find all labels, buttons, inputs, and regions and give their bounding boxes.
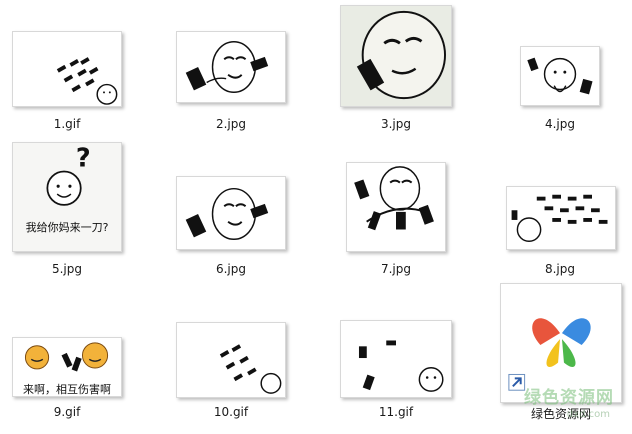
file-thumbnail[interactable] [506, 186, 616, 250]
file-name[interactable]: 4.jpg [510, 117, 610, 131]
svg-text:?: ? [76, 144, 91, 174]
file-name[interactable]: 1.gif [17, 117, 117, 131]
file-thumbnail[interactable]: ? [12, 142, 122, 252]
file-name[interactable]: 3.jpg [346, 117, 446, 131]
watermark-subtext: dxd.com [566, 409, 610, 420]
file-name[interactable]: 6.jpg [181, 262, 281, 276]
thumbnail-caption: 来啊，相互伤害啊 [23, 383, 111, 396]
file-thumbnail[interactable] [346, 162, 446, 252]
file-name[interactable]: 9.gif [17, 405, 117, 419]
file-thumbnail[interactable] [340, 5, 452, 107]
file-thumbnail[interactable] [176, 31, 286, 103]
file-name[interactable]: 7.jpg [346, 262, 446, 276]
file-name[interactable]: 2.jpg [181, 117, 281, 131]
file-thumbnail[interactable] [176, 322, 286, 398]
file-name[interactable]: 11.gif [346, 405, 446, 419]
file-name[interactable]: 8.jpg [510, 262, 610, 276]
file-thumbnail[interactable] [12, 31, 122, 107]
file-name[interactable]: 5.jpg [17, 262, 117, 276]
file-thumbnail[interactable] [176, 176, 286, 250]
file-name[interactable]: 10.gif [181, 405, 281, 419]
watermark-text: 绿色资源网 [524, 388, 614, 408]
thumbnail-caption: 我给你妈来一刀? [25, 221, 109, 234]
file-thumbnail[interactable] [520, 46, 600, 106]
file-thumbnail[interactable] [340, 320, 452, 398]
